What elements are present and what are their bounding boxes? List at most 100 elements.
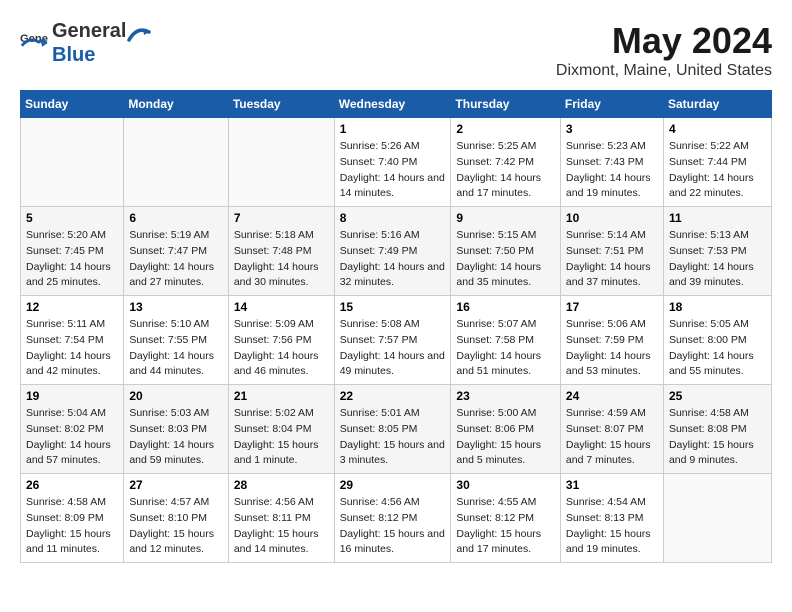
day-info: Sunrise: 5:23 AMSunset: 7:43 PMDaylight:…	[566, 139, 658, 202]
calendar-cell: 29 Sunrise: 4:56 AMSunset: 8:12 PMDayligh…	[334, 474, 451, 563]
calendar-cell: 11 Sunrise: 5:13 AMSunset: 7:53 PMDayligh…	[663, 207, 771, 296]
weekday-header-row: SundayMondayTuesdayWednesdayThursdayFrid…	[21, 91, 772, 118]
day-number: 12	[26, 300, 118, 314]
day-info: Sunrise: 5:10 AMSunset: 7:55 PMDaylight:…	[129, 317, 222, 380]
day-number: 2	[456, 122, 555, 136]
day-info: Sunrise: 5:20 AMSunset: 7:45 PMDaylight:…	[26, 228, 118, 291]
day-info: Sunrise: 5:03 AMSunset: 8:03 PMDaylight:…	[129, 406, 222, 469]
day-info: Sunrise: 5:07 AMSunset: 7:58 PMDaylight:…	[456, 317, 555, 380]
day-info: Sunrise: 4:56 AMSunset: 8:12 PMDaylight:…	[340, 495, 446, 558]
day-info: Sunrise: 4:59 AMSunset: 8:07 PMDaylight:…	[566, 406, 658, 469]
calendar-cell: 20Sunrise: 5:03 AMSunset: 8:03 PMDayligh…	[124, 385, 228, 474]
day-number: 3	[566, 122, 658, 136]
calendar-cell: 28Sunrise: 4:56 AMSunset: 8:11 PMDayligh…	[228, 474, 334, 563]
day-number: 30	[456, 478, 555, 492]
week-row-4: 19 Sunrise: 5:04 AMSunset: 8:02 PMDayligh…	[21, 385, 772, 474]
calendar-cell: 8Sunrise: 5:16 AMSunset: 7:49 PMDaylight…	[334, 207, 451, 296]
day-number: 22	[340, 389, 446, 403]
day-info: Sunrise: 5:18 AMSunset: 7:48 PMDaylight:…	[234, 228, 329, 291]
calendar-cell: 21 Sunrise: 5:02 AMSunset: 8:04 PMDayligh…	[228, 385, 334, 474]
day-number: 29	[340, 478, 446, 492]
calendar-cell: 13 Sunrise: 5:10 AMSunset: 7:55 PMDayligh…	[124, 296, 228, 385]
calendar-cell: 18 Sunrise: 5:05 AMSunset: 8:00 PMDayligh…	[663, 296, 771, 385]
calendar-cell: 12 Sunrise: 5:11 AMSunset: 7:54 PMDayligh…	[21, 296, 124, 385]
week-row-3: 12 Sunrise: 5:11 AMSunset: 7:54 PMDayligh…	[21, 296, 772, 385]
day-number: 1	[340, 122, 446, 136]
logo-icon: General	[20, 29, 48, 57]
weekday-header-wednesday: Wednesday	[334, 91, 451, 118]
weekday-header-tuesday: Tuesday	[228, 91, 334, 118]
calendar-cell	[228, 118, 334, 207]
calendar-cell: 22 Sunrise: 5:01 AMSunset: 8:05 PMDayligh…	[334, 385, 451, 474]
calendar-table: SundayMondayTuesdayWednesdayThursdayFrid…	[20, 90, 772, 563]
day-number: 21	[234, 389, 329, 403]
day-info: Sunrise: 5:22 AMSunset: 7:44 PMDaylight:…	[669, 139, 766, 202]
calendar-cell: 10Sunrise: 5:14 AMSunset: 7:51 PMDayligh…	[560, 207, 663, 296]
calendar-subtitle: Dixmont, Maine, United States	[556, 62, 772, 80]
day-info: Sunrise: 5:04 AMSunset: 8:02 PMDaylight:…	[26, 406, 118, 469]
day-info: Sunrise: 5:19 AMSunset: 7:47 PMDaylight:…	[129, 228, 222, 291]
day-info: Sunrise: 4:55 AMSunset: 8:12 PMDaylight:…	[456, 495, 555, 558]
day-info: Sunrise: 4:58 AMSunset: 8:09 PMDaylight:…	[26, 495, 118, 558]
day-number: 13	[129, 300, 222, 314]
day-number: 27	[129, 478, 222, 492]
calendar-cell: 15Sunrise: 5:08 AMSunset: 7:57 PMDayligh…	[334, 296, 451, 385]
week-row-1: 1 Sunrise: 5:26 AMSunset: 7:40 PMDaylight…	[21, 118, 772, 207]
calendar-cell: 31Sunrise: 4:54 AMSunset: 8:13 PMDayligh…	[560, 474, 663, 563]
day-info: Sunrise: 5:11 AMSunset: 7:54 PMDaylight:…	[26, 317, 118, 380]
calendar-cell: 9 Sunrise: 5:15 AMSunset: 7:50 PMDaylight…	[451, 207, 561, 296]
calendar-cell: 2 Sunrise: 5:25 AMSunset: 7:42 PMDaylight…	[451, 118, 561, 207]
logo-arrow-icon	[127, 22, 153, 44]
calendar-cell: 24Sunrise: 4:59 AMSunset: 8:07 PMDayligh…	[560, 385, 663, 474]
day-number: 9	[456, 211, 555, 225]
day-info: Sunrise: 5:14 AMSunset: 7:51 PMDaylight:…	[566, 228, 658, 291]
day-info: Sunrise: 5:06 AMSunset: 7:59 PMDaylight:…	[566, 317, 658, 380]
calendar-cell: 4 Sunrise: 5:22 AMSunset: 7:44 PMDaylight…	[663, 118, 771, 207]
calendar-cell: 17 Sunrise: 5:06 AMSunset: 7:59 PMDayligh…	[560, 296, 663, 385]
day-info: Sunrise: 5:00 AMSunset: 8:06 PMDaylight:…	[456, 406, 555, 469]
weekday-header-thursday: Thursday	[451, 91, 561, 118]
day-number: 18	[669, 300, 766, 314]
day-info: Sunrise: 5:01 AMSunset: 8:05 PMDaylight:…	[340, 406, 446, 469]
calendar-cell: 14Sunrise: 5:09 AMSunset: 7:56 PMDayligh…	[228, 296, 334, 385]
day-number: 16	[456, 300, 555, 314]
day-number: 11	[669, 211, 766, 225]
day-info: Sunrise: 4:57 AMSunset: 8:10 PMDaylight:…	[129, 495, 222, 558]
calendar-cell: 19 Sunrise: 5:04 AMSunset: 8:02 PMDayligh…	[21, 385, 124, 474]
weekday-header-saturday: Saturday	[663, 91, 771, 118]
day-number: 25	[669, 389, 766, 403]
day-info: Sunrise: 5:09 AMSunset: 7:56 PMDaylight:…	[234, 317, 329, 380]
day-number: 26	[26, 478, 118, 492]
day-number: 17	[566, 300, 658, 314]
calendar-cell: 23Sunrise: 5:00 AMSunset: 8:06 PMDayligh…	[451, 385, 561, 474]
calendar-title: May 2024	[556, 20, 772, 62]
day-info: Sunrise: 5:25 AMSunset: 7:42 PMDaylight:…	[456, 139, 555, 202]
day-number: 15	[340, 300, 446, 314]
day-info: Sunrise: 5:15 AMSunset: 7:50 PMDaylight:…	[456, 228, 555, 291]
day-number: 8	[340, 211, 446, 225]
calendar-cell: 25 Sunrise: 4:58 AMSunset: 8:08 PMDayligh…	[663, 385, 771, 474]
week-row-5: 26 Sunrise: 4:58 AMSunset: 8:09 PMDayligh…	[21, 474, 772, 563]
day-info: Sunrise: 5:05 AMSunset: 8:00 PMDaylight:…	[669, 317, 766, 380]
day-info: Sunrise: 5:13 AMSunset: 7:53 PMDaylight:…	[669, 228, 766, 291]
day-number: 6	[129, 211, 222, 225]
calendar-cell: 16 Sunrise: 5:07 AMSunset: 7:58 PMDayligh…	[451, 296, 561, 385]
weekday-header-monday: Monday	[124, 91, 228, 118]
calendar-cell: 7 Sunrise: 5:18 AMSunset: 7:48 PMDaylight…	[228, 207, 334, 296]
weekday-header-friday: Friday	[560, 91, 663, 118]
calendar-cell	[663, 474, 771, 563]
day-number: 4	[669, 122, 766, 136]
week-row-2: 5 Sunrise: 5:20 AMSunset: 7:45 PMDaylight…	[21, 207, 772, 296]
logo-text: General Blue	[52, 20, 154, 67]
calendar-cell: 6 Sunrise: 5:19 AMSunset: 7:47 PMDaylight…	[124, 207, 228, 296]
day-number: 28	[234, 478, 329, 492]
day-info: Sunrise: 5:02 AMSunset: 8:04 PMDaylight:…	[234, 406, 329, 469]
title-block: May 2024 Dixmont, Maine, United States	[556, 20, 772, 80]
calendar-cell: 1 Sunrise: 5:26 AMSunset: 7:40 PMDaylight…	[334, 118, 451, 207]
day-number: 7	[234, 211, 329, 225]
day-number: 31	[566, 478, 658, 492]
day-info: Sunrise: 4:58 AMSunset: 8:08 PMDaylight:…	[669, 406, 766, 469]
day-number: 5	[26, 211, 118, 225]
day-number: 19	[26, 389, 118, 403]
day-info: Sunrise: 5:26 AMSunset: 7:40 PMDaylight:…	[340, 139, 446, 202]
